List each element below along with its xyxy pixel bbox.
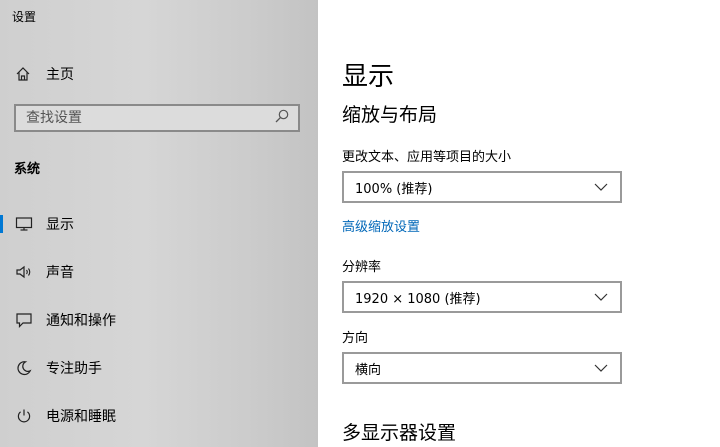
speaker-icon: [14, 262, 34, 282]
home-icon: [14, 65, 32, 83]
dropdown-value: 横向: [355, 362, 382, 378]
power-icon: [14, 406, 34, 426]
section-title-multi-display: 多显示器设置: [342, 422, 457, 444]
sidebar-item-sound[interactable]: 声音: [0, 257, 318, 287]
page-title: 显示: [342, 62, 395, 92]
resolution-label: 分辨率: [342, 260, 382, 275]
window-title: 设置: [12, 10, 37, 24]
sidebar-item-notifications[interactable]: 通知和操作: [0, 305, 318, 335]
active-indicator: [0, 215, 3, 233]
moon-icon: [14, 358, 34, 378]
monitor-icon: [14, 214, 34, 234]
dropdown-value: 100% (推荐): [355, 181, 433, 197]
sidebar-item-power[interactable]: 电源和睡眠: [0, 401, 318, 431]
advanced-scaling-link[interactable]: 高级缩放设置: [342, 216, 420, 235]
orientation-dropdown[interactable]: 横向: [342, 352, 622, 384]
sidebar-item-focus-assist[interactable]: 专注助手: [0, 353, 318, 383]
chevron-down-icon: [594, 290, 608, 305]
dropdown-value: 1920 × 1080 (推荐): [355, 291, 481, 307]
sidebar-home[interactable]: 主页: [14, 63, 74, 85]
sidebar-item-label: 电源和睡眠: [46, 409, 116, 425]
sidebar-home-label: 主页: [46, 67, 74, 83]
chevron-down-icon: [594, 361, 608, 376]
chevron-down-icon: [594, 180, 608, 195]
sidebar-item-label: 通知和操作: [46, 313, 116, 329]
sidebar-item-display[interactable]: 显示: [0, 209, 318, 239]
search-box[interactable]: [14, 104, 300, 132]
resolution-dropdown[interactable]: 1920 × 1080 (推荐): [342, 281, 622, 313]
section-title-scale-layout: 缩放与布局: [342, 104, 438, 126]
notification-icon: [14, 310, 34, 330]
section-label-system: 系统: [14, 162, 41, 177]
main-panel: 显示 缩放与布局 更改文本、应用等项目的大小 100% (推荐) 高级缩放设置 …: [318, 0, 720, 447]
text-size-label: 更改文本、应用等项目的大小: [342, 150, 512, 165]
search-icon[interactable]: [274, 108, 290, 128]
sidebar-item-label: 声音: [46, 265, 74, 281]
sidebar-item-label: 显示: [46, 217, 74, 233]
text-size-dropdown[interactable]: 100% (推荐): [342, 171, 622, 203]
sidebar-item-label: 专注助手: [46, 361, 102, 377]
sidebar: 设置 主页 系统 显示 声音 通知和操作 专注助手: [0, 0, 318, 447]
orientation-label: 方向: [342, 331, 369, 346]
search-input[interactable]: [26, 110, 266, 126]
